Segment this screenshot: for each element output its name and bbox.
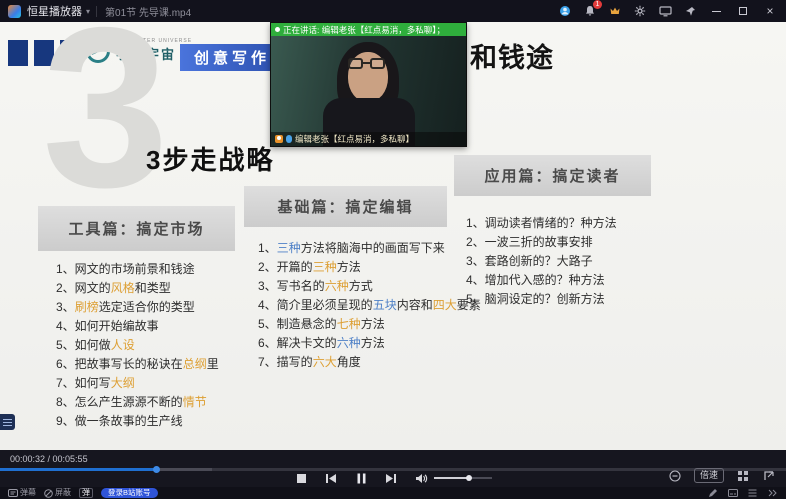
list-item: 3、套路创新的？大路子: [466, 252, 617, 271]
block-words-toggle[interactable]: 屏蔽: [44, 488, 71, 498]
application-list: 1、调动读者情绪的？种方法2、一波三折的故事安排3、套路创新的？大路子4、增加代…: [466, 214, 617, 309]
subtitle-icon[interactable]: [727, 488, 738, 498]
list-item: 3、写书名的六种方式: [258, 277, 481, 296]
list-item: 1、网文的市场前景和钱途: [56, 260, 219, 279]
section-header-tools: 工具篇：搞定市场: [38, 206, 235, 251]
playlist-toggle[interactable]: [0, 414, 15, 430]
right-controls: 倍速: [668, 468, 776, 483]
presenter-name: 编辑老张【红点易消，多私聊】: [295, 133, 414, 145]
list-item: 2、一波三折的故事安排: [466, 233, 617, 252]
section-header-basics: 基础篇：搞定编辑: [244, 186, 447, 227]
slide-title-fragment: 和钱途: [470, 36, 554, 75]
mic-icon: [286, 135, 292, 143]
minimize-button[interactable]: [708, 4, 724, 18]
transport-controls: [294, 472, 492, 484]
list-item: 2、网文的风格和类型: [56, 279, 219, 298]
basics-list: 1、三种方法将脑海中的画面写下来2、开篇的三种方法3、写书名的六种方式4、简介里…: [258, 239, 481, 372]
expand-panel-icon[interactable]: [762, 469, 776, 482]
danmu-badge[interactable]: 弹: [79, 488, 93, 498]
danmaku-bar: 弹幕 屏蔽 弹 登录B站账号: [0, 487, 786, 499]
list-item: 5、脑洞设定的？创新方法: [466, 290, 617, 309]
app-name[interactable]: 恒星播放器: [27, 3, 82, 19]
progress-fill: [0, 468, 157, 471]
settings-gear-icon[interactable]: [633, 4, 647, 18]
tools-list: 1、网文的市场前景和钱途2、网文的风格和类型3、刷榜选定适合你的类型4、如何开始…: [56, 260, 219, 431]
list-item: 6、解决卡文的六种方法: [258, 334, 481, 353]
list-item: 3、刷榜选定适合你的类型: [56, 298, 219, 317]
account-icon[interactable]: [558, 4, 572, 18]
close-button[interactable]: ×: [762, 4, 778, 18]
titlebar: 恒星播放器 ▾ 第01节 先导课.mp4 1: [0, 0, 786, 22]
screenshot-icon[interactable]: [736, 469, 750, 482]
list-item: 7、描写的六大角度: [258, 353, 481, 372]
list-item: 2、开篇的三种方法: [258, 258, 481, 277]
notification-badge: 1: [593, 0, 602, 9]
volume-knob[interactable]: [466, 475, 472, 481]
list-item: 6、把故事写长的秘诀在总纲里: [56, 355, 219, 374]
person-icon: [275, 135, 283, 143]
previous-button[interactable]: [324, 472, 338, 484]
section-header-application: 应用篇：搞定读者: [454, 155, 651, 196]
list-item: 5、如何做人设: [56, 336, 219, 355]
titlebar-divider: [96, 6, 97, 17]
video-area[interactable]: CHARACTER UNIVERSE 字符宇宙 创意写作 和钱途 3 3步走战略…: [0, 22, 786, 450]
speaking-text: 正在讲话: 编辑老张【红点易消，多私聊】；: [283, 24, 445, 36]
volume-icon[interactable]: [414, 472, 428, 484]
time-display: 00:00:32 / 00:05:55: [10, 454, 88, 464]
block-label: 屏蔽: [55, 488, 71, 498]
list-item: 4、如何开始编故事: [56, 317, 219, 336]
presenter-video: [271, 36, 466, 146]
danmaku-label: 弹幕: [20, 488, 36, 498]
speaking-indicator-icon: [275, 27, 280, 32]
pin-icon[interactable]: [683, 4, 697, 18]
webcam-overlay: 正在讲话: 编辑老张【红点易消，多私聊】； 编辑老张【红点易消，多私聊】: [270, 22, 467, 147]
next-button[interactable]: [384, 472, 398, 484]
volume-slider[interactable]: [434, 477, 492, 479]
list-icon[interactable]: [747, 488, 758, 498]
list-item: 4、增加代入感的？种方法: [466, 271, 617, 290]
chevron-down-icon[interactable]: ▾: [86, 7, 90, 16]
edit-icon[interactable]: [707, 488, 718, 498]
danmaku-toggle[interactable]: 弹幕: [8, 488, 36, 498]
list-item: 1、调动读者情绪的？种方法: [466, 214, 617, 233]
loop-icon[interactable]: [668, 469, 682, 482]
list-item: 4、简介里必须呈现的五块内容和四大要素: [258, 296, 481, 315]
control-bar: 00:00:32 / 00:05:55: [0, 450, 786, 487]
course-banner: 创意写作: [180, 44, 284, 71]
vip-crown-icon[interactable]: [608, 4, 622, 18]
webcam-name-bar: 编辑老张【红点易消，多私聊】: [271, 132, 466, 146]
cast-tv-icon[interactable]: [658, 4, 672, 18]
list-item: 8、怎么产生源源不断的情节: [56, 393, 219, 412]
file-name: 第01节 先导课.mp4: [105, 4, 191, 19]
list-item: 5、制造悬念的七种方法: [258, 315, 481, 334]
list-item: 1、三种方法将脑海中的画面写下来: [258, 239, 481, 258]
notification-bell-icon[interactable]: 1: [583, 4, 597, 18]
more-icon[interactable]: [767, 488, 778, 498]
bilibili-login-button[interactable]: 登录B站账号: [101, 488, 158, 498]
glasses-icon: [348, 58, 363, 69]
maximize-button[interactable]: [735, 4, 751, 18]
list-item: 9、做一条故事的生产线: [56, 412, 219, 431]
speaking-banner: 正在讲话: 编辑老张【红点易消，多私聊】；: [271, 23, 466, 36]
speed-button[interactable]: 倍速: [694, 468, 724, 483]
play-pause-button[interactable]: [354, 472, 368, 484]
stop-button[interactable]: [294, 472, 308, 484]
strategy-title: 3步走战略: [146, 140, 274, 177]
watermark-number: 3: [42, 22, 169, 222]
app-logo-icon: [8, 5, 21, 18]
player-window: 恒星播放器 ▾ 第01节 先导课.mp4 1: [0, 0, 786, 499]
list-item: 7、如何写大纲: [56, 374, 219, 393]
volume-fill: [434, 477, 469, 479]
progress-knob[interactable]: [153, 466, 160, 473]
